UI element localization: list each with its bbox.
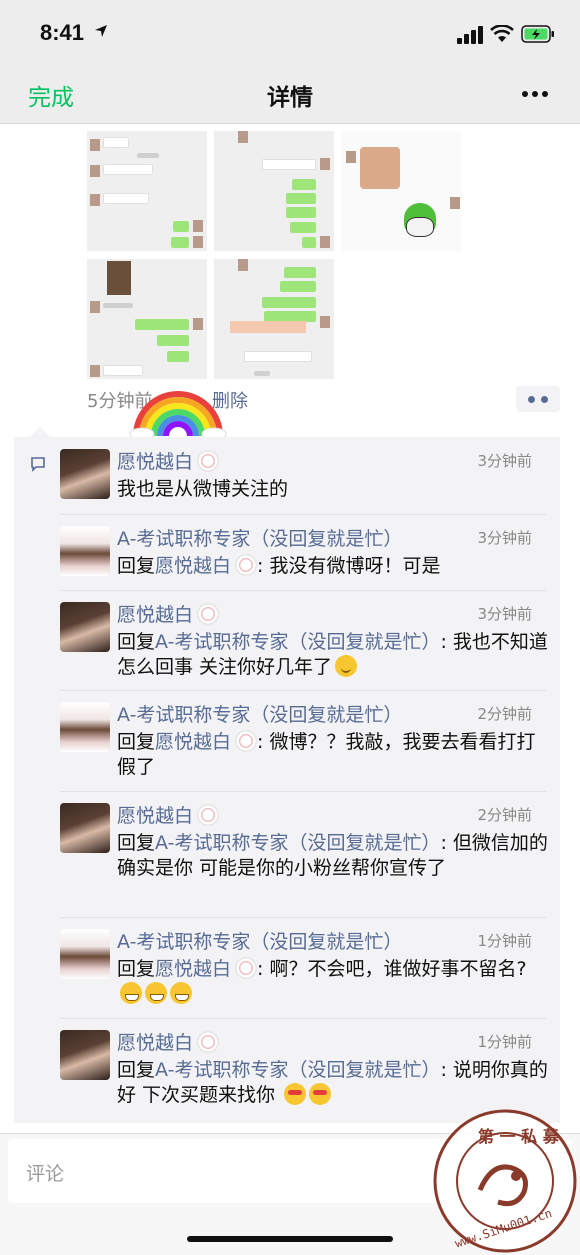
grin-emoji-icon <box>120 982 142 1004</box>
comment-text: 回复愿悦越白: 微博？？我敲，我要去看看打打假了 <box>117 730 551 780</box>
comment-time: 3分钟前 <box>477 605 532 623</box>
status-bar: 8:41 <box>0 0 580 64</box>
avatar[interactable] <box>60 929 110 979</box>
avatar[interactable] <box>60 449 110 499</box>
badge-icon <box>235 957 258 979</box>
reply-prefix: 回复 <box>117 631 156 653</box>
commenter-name-text: 愿悦越白 <box>117 604 194 626</box>
nav-bar: 完成 详情 <box>0 64 580 124</box>
heart-eyes-emoji-icon <box>309 1083 332 1105</box>
commenter-name-text: 愿悦越白 <box>117 805 194 827</box>
comment-time: 1分钟前 <box>477 932 532 950</box>
badge-icon <box>197 603 220 625</box>
badge-icon <box>197 804 220 826</box>
comment-item[interactable]: 愿悦越白 1分钟前 回复A-考试职称专家（没回复就是忙）: 说明你真的好 下次买… <box>60 1018 548 1118</box>
comment-time: 2分钟前 <box>477 705 532 723</box>
comment-item[interactable]: A-考试职称专家（没回复就是忙） 1分钟前 回复愿悦越白 : 啊？不会吧，谁做好事… <box>60 917 546 1017</box>
reply-prefix: 回复 <box>117 958 156 980</box>
comment-item[interactable]: 愿悦越白 3分钟前 回复A-考试职称专家（没回复就是忙）: 我也不知道怎么回事 … <box>60 590 548 690</box>
comment-text: 回复愿悦越白 : 我没有微博呀！可是 <box>117 554 551 579</box>
image-thumbnail[interactable] <box>87 131 207 251</box>
battery-charging-icon <box>521 25 554 43</box>
commenter-name[interactable]: 愿悦越白 <box>117 801 220 828</box>
comment-text: 回复A-考试职称专家（没回复就是忙）: 我也不知道怎么回事 关注你好几年了 <box>117 630 551 680</box>
reply-to-name[interactable]: 愿悦越白 <box>155 731 231 753</box>
cellular-signal-icon <box>457 26 483 44</box>
reply-to-name[interactable]: A-考试职称专家（没回复就是忙） <box>155 832 440 854</box>
comment-text: 回复A-考试职称专家（没回复就是忙）: 说明你真的好 下次买题来找你 <box>117 1058 551 1108</box>
image-grid <box>87 131 467 383</box>
dot-icon <box>528 396 535 403</box>
heart-eyes-emoji-icon <box>284 1083 307 1105</box>
comment-text: 我也是从微博关注的 <box>117 477 551 502</box>
page-title: 详情 <box>267 85 313 111</box>
watermark-seal-icon: 第 一 私 募 www.SiMu001.cn <box>433 1109 577 1253</box>
location-arrow-icon <box>95 25 107 37</box>
comment-item[interactable]: A-考试职称专家（没回复就是忙） 3分钟前 回复愿悦越白 : 我没有微博呀！可是 <box>60 514 546 590</box>
status-time: 8:41 <box>40 20 85 45</box>
avatar[interactable] <box>60 602 110 652</box>
dot-icon <box>541 396 548 403</box>
wifi-icon <box>490 25 514 42</box>
comment-text: 回复愿悦越白 : 啊？不会吧，谁做好事不留名? <box>117 957 551 1007</box>
reply-prefix: 回复 <box>117 555 156 577</box>
comment-pointer <box>30 427 50 437</box>
grin-emoji-icon <box>145 982 167 1004</box>
comment-body: : 我没有微博呀！可是 <box>257 555 441 577</box>
image-thumbnail[interactable] <box>214 131 334 251</box>
comment-item[interactable]: A-考试职称专家（没回复就是忙） 2分钟前 回复愿悦越白: 微博？？我敲，我要去… <box>60 690 546 790</box>
reply-prefix: 回复 <box>117 731 156 753</box>
commenter-name[interactable]: 愿悦越白 <box>117 1028 220 1055</box>
avatar[interactable] <box>60 803 110 853</box>
avatar[interactable] <box>60 1030 110 1080</box>
badge-icon <box>235 730 258 752</box>
svg-text:第 一 私 募: 第 一 私 募 <box>478 1127 560 1146</box>
badge-icon <box>197 450 220 472</box>
reply-to-name[interactable]: 愿悦越白 <box>155 958 231 980</box>
commenter-name[interactable]: A-考试职称专家（没回复就是忙） <box>117 927 402 954</box>
like-comment-button[interactable] <box>516 386 560 412</box>
commenter-name-text: 愿悦越白 <box>117 451 194 473</box>
reply-prefix: 回复 <box>117 1059 156 1081</box>
comment-text: 回复A-考试职称专家（没回复就是忙）: 但微信加的确实是你 可能是你的小粉丝帮你… <box>117 831 551 881</box>
commenter-name[interactable]: A-考试职称专家（没回复就是忙） <box>117 700 402 727</box>
commenter-name-text: 愿悦越白 <box>117 1032 194 1054</box>
avatar[interactable] <box>60 702 110 752</box>
image-thumbnail[interactable] <box>214 259 334 379</box>
comment-body: 我也是从微博关注的 <box>117 478 289 500</box>
image-thumbnail[interactable] <box>342 131 462 251</box>
avatar[interactable] <box>60 526 110 576</box>
comment-time: 2分钟前 <box>477 806 532 824</box>
badge-icon <box>197 1031 220 1053</box>
comment-placeholder: 评论 <box>26 1163 65 1185</box>
rainbow-sticker-icon <box>129 391 227 440</box>
comment-item[interactable]: 愿悦越白 3分钟前 我也是从微博关注的 <box>60 437 546 513</box>
reply-to-name[interactable]: 愿悦越白 <box>155 555 231 577</box>
commenter-name[interactable]: A-考试职称专家（没回复就是忙） <box>117 524 402 551</box>
grin-emoji-icon <box>170 982 192 1004</box>
more-options-icon[interactable] <box>521 90 549 98</box>
comment-icon <box>31 457 45 472</box>
comment-time: 3分钟前 <box>477 529 532 547</box>
comment-body: : 啊？不会吧，谁做好事不留名? <box>257 958 527 980</box>
reply-prefix: 回复 <box>117 832 156 854</box>
smile-emoji-icon <box>335 655 358 677</box>
home-indicator[interactable] <box>187 1236 393 1242</box>
reply-to-name[interactable]: A-考试职称专家（没回复就是忙） <box>155 1059 440 1081</box>
reply-to-name[interactable]: A-考试职称专家（没回复就是忙） <box>155 631 440 653</box>
badge-icon <box>235 554 258 576</box>
comment-time: 1分钟前 <box>477 1033 532 1051</box>
commenter-name[interactable]: 愿悦越白 <box>117 447 220 474</box>
comment-time: 3分钟前 <box>477 452 532 470</box>
comment-item[interactable]: 愿悦越白 2分钟前 回复A-考试职称专家（没回复就是忙）: 但微信加的确实是你 … <box>60 791 548 917</box>
image-thumbnail[interactable] <box>87 259 207 379</box>
commenter-name[interactable]: 愿悦越白 <box>117 600 220 627</box>
